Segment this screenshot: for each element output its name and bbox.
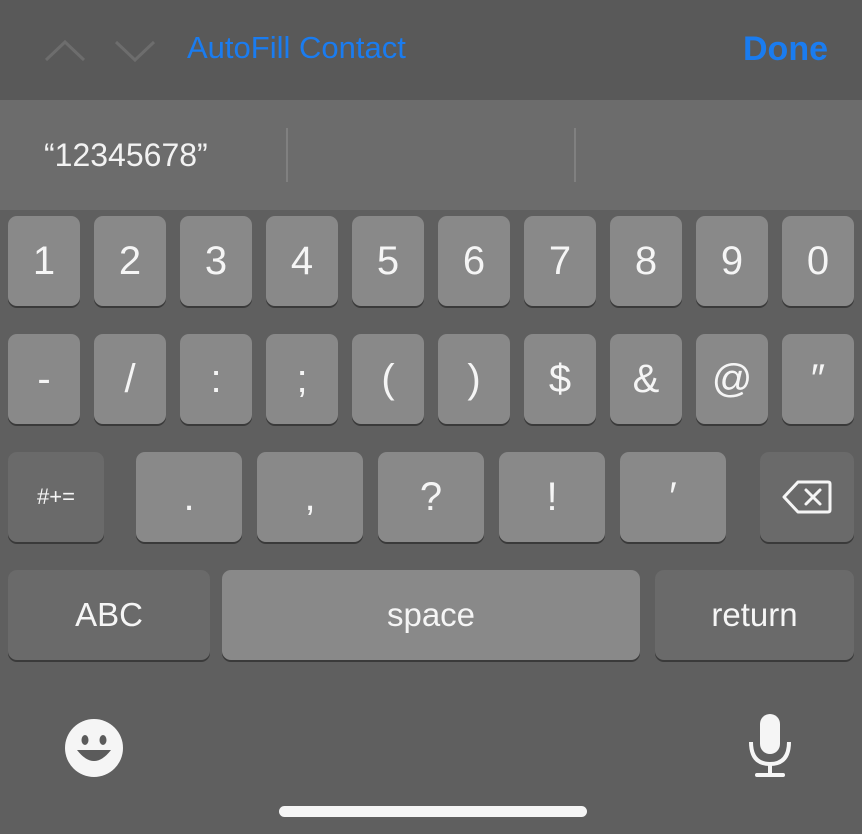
key-period[interactable]: . [136, 452, 242, 542]
key-open-paren[interactable]: ( [352, 334, 424, 424]
key-slash[interactable]: / [94, 334, 166, 424]
return-key[interactable]: return [655, 570, 854, 660]
prediction-divider [574, 128, 576, 182]
autofill-contact-button[interactable]: AutoFill Contact [187, 30, 406, 66]
abc-key[interactable]: ABC [8, 570, 210, 660]
key-8[interactable]: 8 [610, 216, 682, 306]
key-apostrophe[interactable]: ′ [620, 452, 726, 542]
key-hyphen[interactable]: - [8, 334, 80, 424]
space-key[interactable]: space [222, 570, 640, 660]
key-double-quote[interactable]: ″ [782, 334, 854, 424]
key-close-paren[interactable]: ) [438, 334, 510, 424]
key-exclamation[interactable]: ! [499, 452, 605, 542]
delete-key[interactable] [760, 452, 854, 542]
prediction-suggestion-1[interactable]: “12345678” [44, 128, 208, 182]
predictive-text-bar: “12345678” [0, 100, 862, 210]
input-accessory-toolbar: AutoFill Contact Done [0, 0, 862, 100]
key-at[interactable]: @ [696, 334, 768, 424]
key-more-symbols[interactable]: #+= [8, 452, 104, 542]
microphone-icon[interactable] [745, 712, 795, 780]
key-0[interactable]: 0 [782, 216, 854, 306]
key-9[interactable]: 9 [696, 216, 768, 306]
backspace-icon [782, 480, 832, 514]
key-colon[interactable]: : [180, 334, 252, 424]
key-6[interactable]: 6 [438, 216, 510, 306]
key-comma[interactable]: , [257, 452, 363, 542]
key-2[interactable]: 2 [94, 216, 166, 306]
key-1[interactable]: 1 [8, 216, 80, 306]
key-4[interactable]: 4 [266, 216, 338, 306]
key-semicolon[interactable]: ; [266, 334, 338, 424]
chevron-up-icon[interactable] [42, 32, 88, 66]
key-ampersand[interactable]: & [610, 334, 682, 424]
done-button[interactable]: Done [743, 30, 828, 69]
chevron-down-icon[interactable] [112, 32, 158, 66]
key-question[interactable]: ? [378, 452, 484, 542]
key-dollar[interactable]: $ [524, 334, 596, 424]
key-5[interactable]: 5 [352, 216, 424, 306]
prediction-divider [286, 128, 288, 182]
home-indicator[interactable] [279, 806, 587, 817]
key-3[interactable]: 3 [180, 216, 252, 306]
key-7[interactable]: 7 [524, 216, 596, 306]
emoji-icon[interactable] [64, 718, 124, 778]
